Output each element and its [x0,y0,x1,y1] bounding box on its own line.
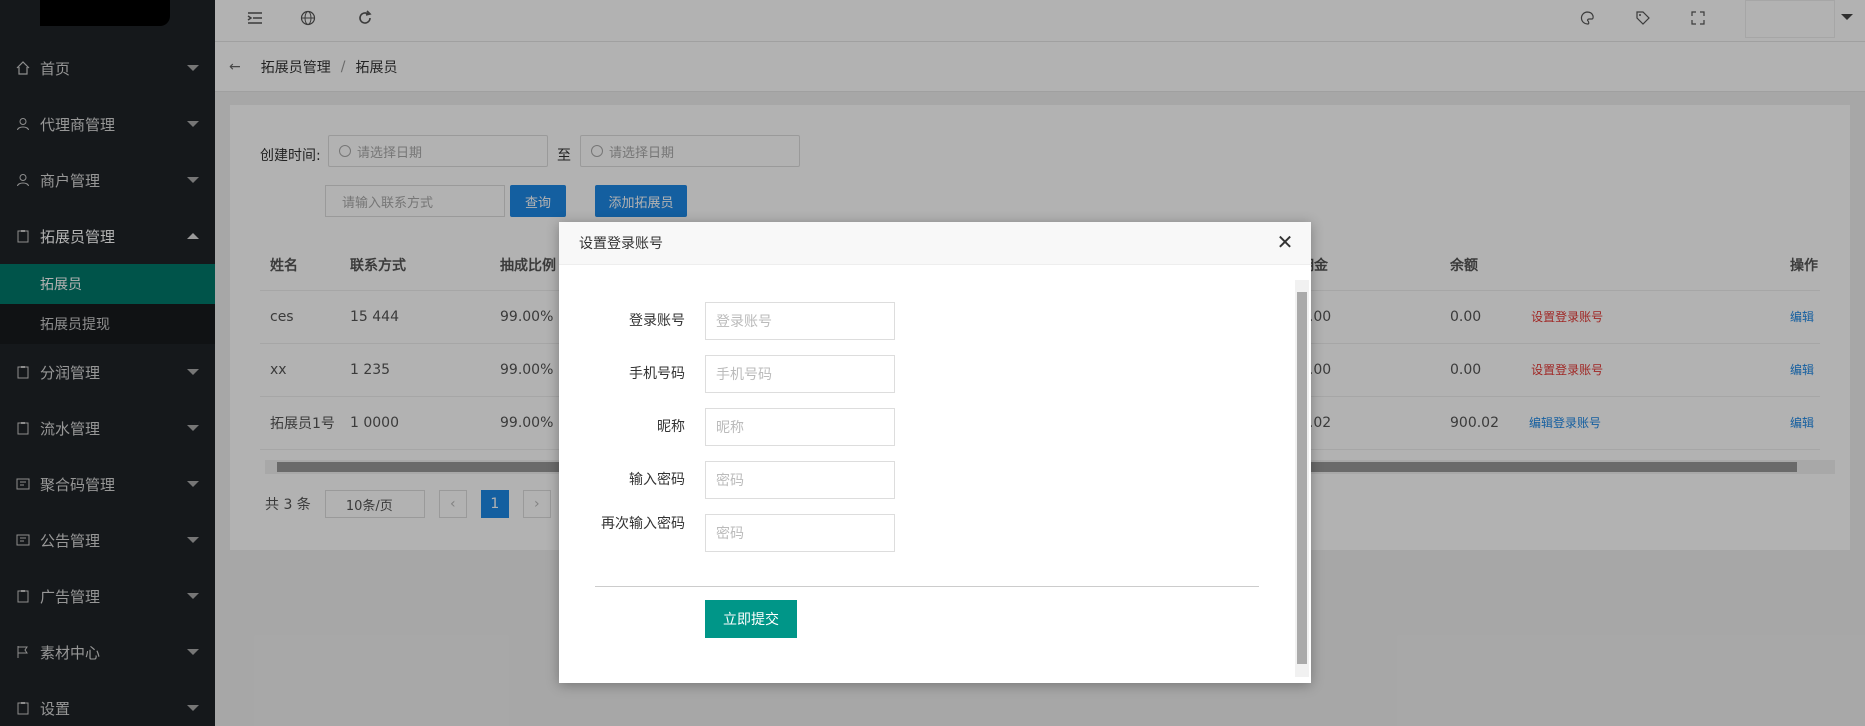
vertical-scrollbar[interactable] [1295,280,1309,677]
scrollbar-thumb[interactable] [1297,292,1307,664]
input-placeholder: 登录账号 [716,314,772,330]
form-row-account: 登录账号 登录账号 [575,302,1275,342]
input-placeholder: 密码 [716,473,744,489]
form-label: 登录账号 [629,313,685,329]
input-placeholder: 密码 [716,526,744,542]
password-input[interactable]: 密码 [705,461,895,499]
form-row-nickname: 昵称 昵称 [575,408,1275,448]
dialog-header: 设置登录账号 [559,222,1311,265]
form-label: 昵称 [657,419,685,435]
input-placeholder: 昵称 [716,420,744,436]
form-row-phone: 手机号码 手机号码 [575,355,1275,395]
nickname-input[interactable]: 昵称 [705,408,895,446]
set-login-account-dialog: 设置登录账号 ✕ 登录账号 登录账号 手机号码 手机号码 昵称 昵称 输入密码 … [559,222,1311,683]
confirm-password-input[interactable]: 密码 [705,514,895,552]
close-icon[interactable]: ✕ [1275,230,1295,254]
login-account-input[interactable]: 登录账号 [705,302,895,340]
form-row-confirm-password: 再次输入密码 密码 [575,514,1275,554]
input-placeholder: 手机号码 [716,367,772,383]
dialog-body: 登录账号 登录账号 手机号码 手机号码 昵称 昵称 输入密码 密码 再次输入密码… [575,280,1275,676]
form-label: 输入密码 [629,472,685,488]
form-label: 手机号码 [629,366,685,382]
form-label: 再次输入密码 [601,516,685,532]
form-row-password: 输入密码 密码 [575,461,1275,501]
phone-number-input[interactable]: 手机号码 [705,355,895,393]
submit-button[interactable]: 立即提交 [705,600,797,638]
dialog-title: 设置登录账号 [579,236,663,252]
form-divider [595,586,1259,587]
